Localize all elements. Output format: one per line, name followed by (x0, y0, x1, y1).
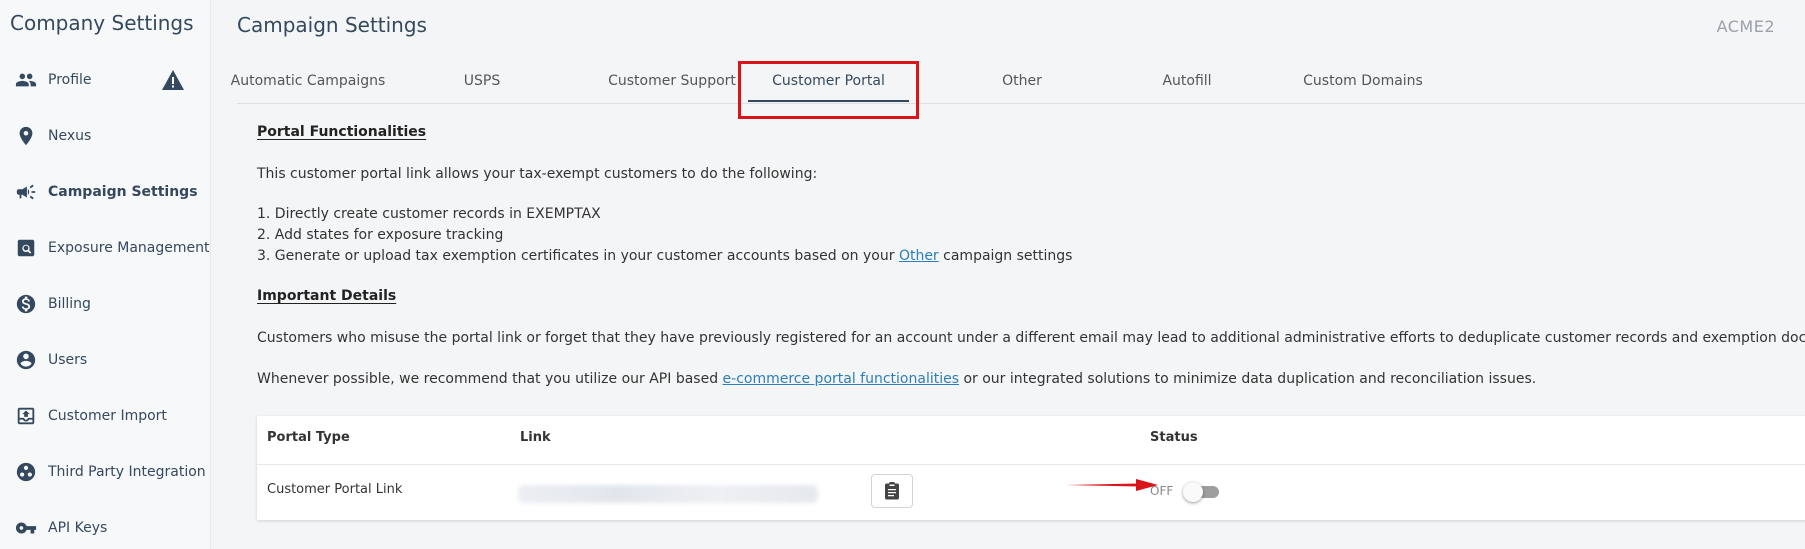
list-item-text: 3. Generate or upload tax exemption cert… (257, 248, 899, 264)
sidebar-item-label: Profile (48, 72, 92, 88)
list-item: 2. Add states for exposure tracking (257, 227, 504, 243)
sidebar-item-api-keys[interactable]: API Keys (0, 508, 211, 548)
column-header-status: Status (1150, 430, 1198, 445)
sidebar-item-third-party-integration[interactable]: Third Party Integration (0, 452, 211, 492)
sidebar: Company Settings Profile Nexus Campaign … (0, 0, 211, 549)
column-header-link: Link (520, 430, 551, 445)
sidebar-item-label: Billing (48, 296, 91, 312)
row-divider (257, 464, 1805, 465)
annotation-arrow-icon (1066, 479, 1158, 491)
map-pin-icon (14, 124, 38, 148)
warning-icon[interactable] (161, 69, 185, 91)
sidebar-item-exposure-management[interactable]: Exposure Management (0, 228, 211, 268)
redacted-link (518, 485, 818, 503)
tab-autofill[interactable]: Autofill (1132, 58, 1242, 104)
integration-icon (14, 460, 38, 484)
copy-link-button[interactable] (871, 474, 913, 508)
upload-icon (14, 404, 38, 428)
sidebar-title: Company Settings (10, 11, 194, 35)
column-header-portal-type: Portal Type (267, 430, 350, 445)
dollar-icon (14, 292, 38, 316)
paragraph-text: Whenever possible, we recommend that you… (257, 371, 723, 387)
tab-usps[interactable]: USPS (442, 58, 522, 104)
clipboard-icon (885, 482, 899, 500)
megaphone-icon (14, 180, 38, 204)
account-name: ACME2 (1716, 17, 1775, 36)
sidebar-item-customer-import[interactable]: Customer Import (0, 396, 211, 436)
users-icon (14, 68, 38, 92)
tab-custom-domains[interactable]: Custom Domains (1303, 58, 1423, 104)
details-heading: Important Details (257, 288, 397, 304)
key-icon (14, 516, 38, 540)
tab-other[interactable]: Other (982, 58, 1062, 104)
portal-status-toggle[interactable] (1183, 482, 1219, 502)
sidebar-item-label: Exposure Management (48, 240, 210, 256)
sidebar-item-label: Users (48, 352, 88, 368)
user-circle-icon (14, 348, 38, 372)
tab-customer-support[interactable]: Customer Support (602, 58, 742, 104)
sidebar-item-nexus[interactable]: Nexus (0, 116, 211, 156)
other-link[interactable]: Other (899, 248, 939, 264)
toggle-knob (1183, 482, 1203, 502)
sidebar-item-label: Campaign Settings (48, 184, 198, 200)
functionalities-heading: Portal Functionalities (257, 124, 427, 140)
list-item-text: campaign settings (938, 248, 1073, 264)
main-content: Campaign Settings ACME2 Automatic Campai… (212, 0, 1805, 549)
tab-customer-portal[interactable]: Customer Portal (748, 58, 909, 104)
portal-table: Portal Type Link Status Customer Portal … (257, 416, 1805, 520)
details-paragraph: Customers who misuse the portal link or … (257, 330, 1805, 346)
paragraph-text: or our integrated solutions to minimize … (959, 371, 1537, 387)
sidebar-item-label: Third Party Integration (48, 464, 206, 480)
sidebar-item-label: Nexus (48, 128, 92, 144)
list-item: 3. Generate or upload tax exemption cert… (257, 246, 1072, 267)
intro-text: This customer portal link allows your ta… (257, 166, 818, 182)
sidebar-item-label: API Keys (48, 520, 108, 536)
list-item: 1. Directly create customer records in E… (257, 206, 601, 222)
portal-type-cell: Customer Portal Link (267, 482, 403, 497)
ecommerce-portal-link[interactable]: e-commerce portal functionalities (723, 371, 959, 387)
tab-bar: Automatic Campaigns USPS Customer Suppor… (231, 58, 1805, 104)
search-doc-icon (14, 236, 38, 260)
page-title: Campaign Settings (237, 13, 427, 37)
sidebar-item-users[interactable]: Users (0, 340, 211, 380)
sidebar-item-campaign-settings[interactable]: Campaign Settings (0, 172, 211, 212)
tab-automatic-campaigns[interactable]: Automatic Campaigns (231, 58, 386, 104)
sidebar-item-label: Customer Import (48, 408, 167, 424)
details-paragraph: Whenever possible, we recommend that you… (257, 369, 1536, 390)
sidebar-item-profile[interactable]: Profile (0, 60, 211, 100)
sidebar-item-billing[interactable]: Billing (0, 284, 211, 324)
